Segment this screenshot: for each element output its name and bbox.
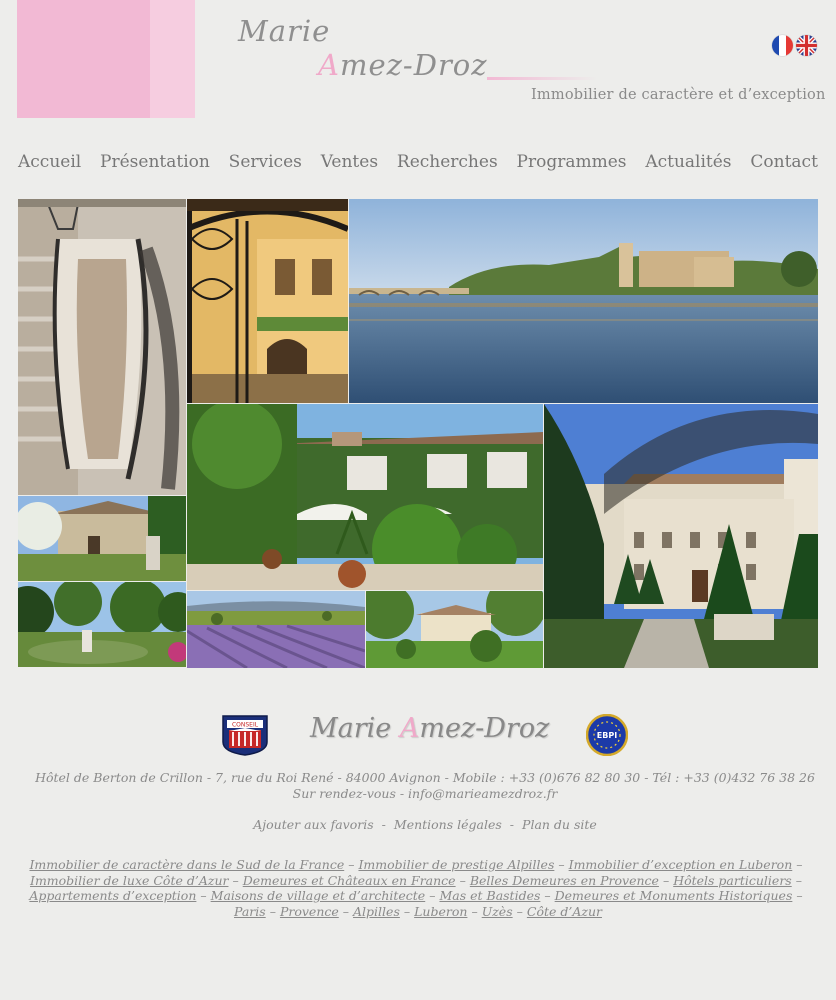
seo-separator: – xyxy=(516,903,523,919)
nav-item-contact[interactable]: Contact xyxy=(750,152,818,172)
seo-separator: – xyxy=(471,903,478,919)
seo-separator: – xyxy=(269,903,276,919)
footer-address: Hôtel de Berton de Crillon - 7, rue du R… xyxy=(35,770,815,785)
seo-link[interactable]: Demeures et Monuments Historiques xyxy=(555,888,793,903)
logo-pink-block xyxy=(17,0,150,118)
seo-link[interactable]: Immobilier de luxe Côte d’Azur xyxy=(30,873,228,888)
photo-garden-fountain xyxy=(18,582,186,667)
brand-underline xyxy=(487,77,597,80)
nav-item-recherches[interactable]: Recherches xyxy=(397,152,498,172)
ebpi-badge-icon: EBPI xyxy=(585,713,629,757)
conseil-badge-text: CONSEIL xyxy=(232,722,259,729)
flag-france-icon[interactable] xyxy=(772,35,793,56)
seo-separator: – xyxy=(662,872,670,888)
seo-link[interactable]: Luberon xyxy=(414,904,467,919)
photo-villa-garden xyxy=(366,591,543,668)
seo-link[interactable]: Belles Demeures en Provence xyxy=(470,873,659,888)
flag-uk-icon[interactable] xyxy=(796,35,817,56)
seo-link[interactable]: Provence xyxy=(280,904,339,919)
seo-separator: – xyxy=(429,888,436,903)
photo-avignon-rhone xyxy=(349,199,818,403)
seo-separator: – xyxy=(348,857,355,872)
brand-first-name: Marie xyxy=(238,14,331,48)
seo-separator: – xyxy=(558,857,565,872)
sitemap-link[interactable]: Plan du site xyxy=(522,817,597,832)
seo-link[interactable]: Immobilier de prestige Alpilles xyxy=(358,857,554,872)
brand-initial: A xyxy=(318,48,340,82)
seo-link[interactable]: Maisons de village et d’architecte xyxy=(211,888,426,903)
footer-contact: Sur rendez-vous - info@marieamezdroz.fr xyxy=(292,786,558,801)
seo-separator: – xyxy=(796,857,803,872)
ebpi-badge-text: EBPI xyxy=(597,731,617,740)
seo-link[interactable]: Appartements d’exception xyxy=(29,888,196,903)
nav-item-accueil[interactable]: Accueil xyxy=(18,152,81,172)
seo-link[interactable]: Paris xyxy=(234,904,266,919)
footer-brand-rest: mez-Droz xyxy=(419,713,550,744)
add-favorites-link[interactable]: Ajouter aux favoris xyxy=(253,817,373,832)
seo-separator: – xyxy=(232,872,239,888)
seo-link[interactable]: Demeures et Châteaux en France xyxy=(243,873,456,888)
conseil-badge-icon: CONSEIL xyxy=(221,714,269,756)
brand-last-name-rest: mez-Droz xyxy=(339,48,488,82)
seo-separator: – xyxy=(459,872,466,888)
main-nav: Accueil Présentation Services Ventes Rec… xyxy=(18,152,818,172)
seo-link[interactable]: Côte d’Azur xyxy=(527,904,602,919)
photo-wrought-iron-gate xyxy=(187,199,348,403)
legal-notice-link[interactable]: Mentions légales xyxy=(394,817,502,832)
photo-staircase xyxy=(18,199,186,495)
seo-separator: – xyxy=(200,888,207,903)
seo-link[interactable]: Mas et Bastides xyxy=(439,888,540,903)
seo-separator: – xyxy=(342,903,350,919)
photo-chateau xyxy=(544,404,818,668)
nav-item-actualites[interactable]: Actualités xyxy=(645,152,731,172)
seo-separator: – xyxy=(403,903,411,919)
seo-link[interactable]: Hôtels particuliers xyxy=(673,873,792,888)
nav-item-presentation[interactable]: Présentation xyxy=(100,152,210,172)
photo-ivy-manor xyxy=(187,404,543,590)
footer-separator: - xyxy=(381,817,386,832)
footer-separator: - xyxy=(509,817,515,832)
nav-item-programmes[interactable]: Programmes xyxy=(517,152,627,172)
photo-lavender-field xyxy=(187,591,365,668)
footer-brand-first: Marie xyxy=(310,713,392,744)
seo-link[interactable]: Immobilier d’exception en Luberon xyxy=(569,857,793,872)
seo-link[interactable]: Alpilles xyxy=(353,904,400,919)
footer-brand-signature: Marie Amez-Droz xyxy=(310,713,549,744)
seo-separator: – xyxy=(795,872,802,888)
seo-link[interactable]: Uzès xyxy=(482,904,513,919)
brand-last-name: Amez-Droz xyxy=(318,48,488,82)
footer-brand-initial: A xyxy=(399,713,420,744)
nav-item-ventes[interactable]: Ventes xyxy=(321,152,378,172)
seo-links-block: Immobilier de caractère dans le Sud de l… xyxy=(17,857,819,919)
photo-stone-house xyxy=(18,496,186,581)
seo-separator: – xyxy=(796,888,803,903)
footer-links: Ajouter aux favoris - Mentions légales - Pla… xyxy=(0,817,836,832)
logo-pink-block-light xyxy=(150,0,195,118)
seo-link[interactable]: Immobilier de caractère dans le Sud de l… xyxy=(29,857,344,872)
nav-item-services[interactable]: Services xyxy=(229,152,302,172)
seo-separator: – xyxy=(544,888,551,903)
brand-tagline: Immobilier de caractère et d’exception xyxy=(531,87,826,103)
